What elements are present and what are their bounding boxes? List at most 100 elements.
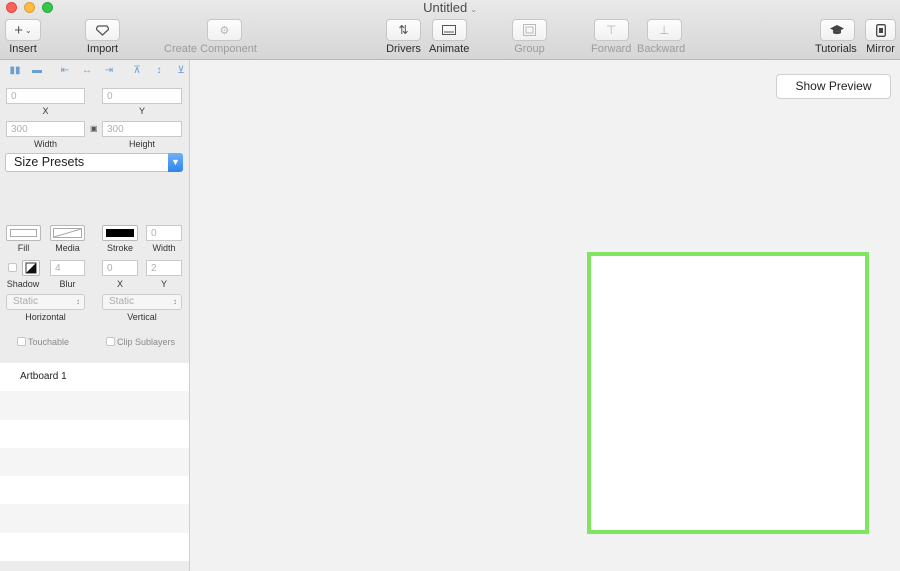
diamond-icon (96, 24, 109, 36)
y-label: Y (138, 106, 145, 116)
group-tool[interactable]: Group (512, 19, 547, 55)
size-presets-value: Size Presets (14, 155, 85, 169)
horizontal-select[interactable]: Static ↕ (6, 294, 85, 310)
x-field[interactable]: 0 (6, 88, 85, 104)
create-component-button[interactable]: ⚙ (206, 19, 242, 41)
graduation-cap-icon (830, 25, 845, 35)
create-component-tool[interactable]: ⚙ Create Component (164, 19, 257, 55)
import-label: Import (86, 43, 119, 55)
insert-tool[interactable]: + ⌄ Insert (5, 19, 41, 55)
align-center-horizontal-icon[interactable]: ↔ (80, 63, 94, 77)
plus-icon: + (14, 21, 24, 39)
import-tool[interactable]: Import (85, 19, 120, 55)
tutorials-tool[interactable]: Tutorials (815, 19, 857, 55)
window-title-text: Untitled (423, 0, 468, 15)
align-middle-vertical-icon[interactable]: ↕ (152, 63, 166, 77)
height-field[interactable]: 300 (102, 121, 182, 137)
width-label: Width (33, 139, 57, 149)
up-down-chevron-icon: ↕ (173, 297, 177, 306)
mirror-button[interactable] (865, 19, 896, 41)
layer-row (0, 447, 189, 477)
forward-label: Forward (591, 43, 632, 55)
distribute-horizontal-icon[interactable]: ▮▮ (8, 63, 22, 77)
media-label: Media (55, 243, 80, 253)
blur-field[interactable]: 4 (50, 260, 85, 276)
shadow-x-field[interactable]: 0 (102, 260, 138, 276)
send-backward-icon: ⊥ (658, 23, 670, 37)
align-right-icon[interactable]: ⇥ (102, 63, 116, 77)
sliders-icon: ⇅ (398, 23, 409, 37)
create-component-label: Create Component (164, 43, 257, 55)
fill-label: Fill (17, 243, 30, 253)
mirror-tool[interactable]: Mirror (865, 19, 896, 55)
animate-tool[interactable]: Animate (429, 19, 469, 55)
insert-button[interactable]: + ⌄ (5, 19, 41, 41)
stroke-swatch[interactable] (102, 225, 138, 241)
window-title[interactable]: Untitled ⌄ (0, 0, 900, 18)
show-preview-button[interactable]: Show Preview (776, 74, 891, 99)
group-button[interactable] (512, 19, 547, 41)
animate-button[interactable] (431, 19, 467, 41)
shadow-x-label: X (116, 279, 123, 289)
vertical-select[interactable]: Static ↕ (102, 294, 182, 310)
canvas[interactable]: Show Preview (191, 60, 900, 571)
drivers-label: Drivers (386, 43, 421, 55)
distribute-vertical-icon[interactable]: ▬ (30, 63, 44, 77)
horizontal-value: Static (13, 296, 39, 307)
horizontal-label: Horizontal (25, 312, 66, 322)
shadow-y-field[interactable]: 2 (146, 260, 182, 276)
lock-icon[interactable]: ▣ (90, 124, 98, 133)
bring-forward-icon: ⊤ (605, 23, 617, 37)
forward-tool[interactable]: ⊤ Forward (591, 19, 631, 55)
tutorials-button[interactable] (819, 19, 855, 41)
tutorials-label: Tutorials (815, 43, 857, 55)
layer-row (0, 391, 189, 420)
x-label: X (42, 106, 49, 116)
vertical-label: Vertical (127, 312, 157, 322)
size-presets-select[interactable]: Size Presets ▼ (5, 153, 183, 172)
chevron-down-icon: ▼ (168, 153, 183, 172)
width-field[interactable]: 300 (6, 121, 85, 137)
shadow-label: Shadow (6, 279, 40, 289)
fill-swatch[interactable] (6, 225, 41, 241)
clip-sublayers-label: Clip Sublayers (117, 337, 176, 347)
vertical-value: Static (109, 296, 135, 307)
fill-color-icon (10, 229, 37, 237)
import-button[interactable] (85, 19, 120, 41)
stroke-label: Stroke (106, 243, 133, 253)
backward-tool[interactable]: ⊥ Backward (637, 19, 685, 55)
shadow-color-swatch[interactable] (22, 260, 40, 276)
alignment-toolbar: ▮▮ ▬ ⇤ ↔ ⇥ ⊼ ↕ ⊻ (8, 63, 196, 77)
toolbar: Untitled ⌄ + ⌄ Insert Import ⚙ Create Comp… (0, 0, 900, 60)
clip-sublayers-checkbox[interactable] (106, 337, 115, 346)
animate-label: Animate (429, 43, 470, 55)
drivers-tool[interactable]: ⇅ Drivers (386, 19, 421, 55)
timeline-icon (442, 25, 457, 35)
y-field[interactable]: 0 (102, 88, 182, 104)
shadow-color-icon (25, 262, 37, 274)
media-swatch[interactable] (50, 225, 85, 241)
align-bottom-icon[interactable]: ⊻ (174, 63, 188, 77)
blur-label: Blur (59, 279, 76, 289)
stroke-width-field[interactable]: 0 (146, 225, 182, 241)
backward-label: Backward (637, 43, 686, 55)
layer-row (0, 504, 189, 533)
layer-row[interactable]: Artboard 1 (0, 363, 189, 392)
chevron-down-icon: ⌄ (25, 25, 32, 35)
gears-icon: ⚙ (219, 24, 230, 37)
touchable-label: Touchable (28, 337, 70, 347)
align-left-icon[interactable]: ⇤ (58, 63, 72, 77)
group-label: Group (514, 43, 545, 55)
backward-button[interactable]: ⊥ (646, 19, 682, 41)
align-top-icon[interactable]: ⊼ (130, 63, 144, 77)
artboard[interactable] (587, 252, 869, 534)
shadow-checkbox[interactable] (8, 263, 17, 272)
layer-row (0, 532, 189, 562)
empty-media-icon (53, 228, 82, 238)
touchable-checkbox[interactable] (17, 337, 26, 346)
height-label: Height (128, 139, 155, 149)
stroke-color-icon (106, 229, 134, 237)
mirror-label: Mirror (866, 43, 895, 55)
forward-button[interactable]: ⊤ (593, 19, 629, 41)
drivers-button[interactable]: ⇅ (386, 19, 421, 41)
